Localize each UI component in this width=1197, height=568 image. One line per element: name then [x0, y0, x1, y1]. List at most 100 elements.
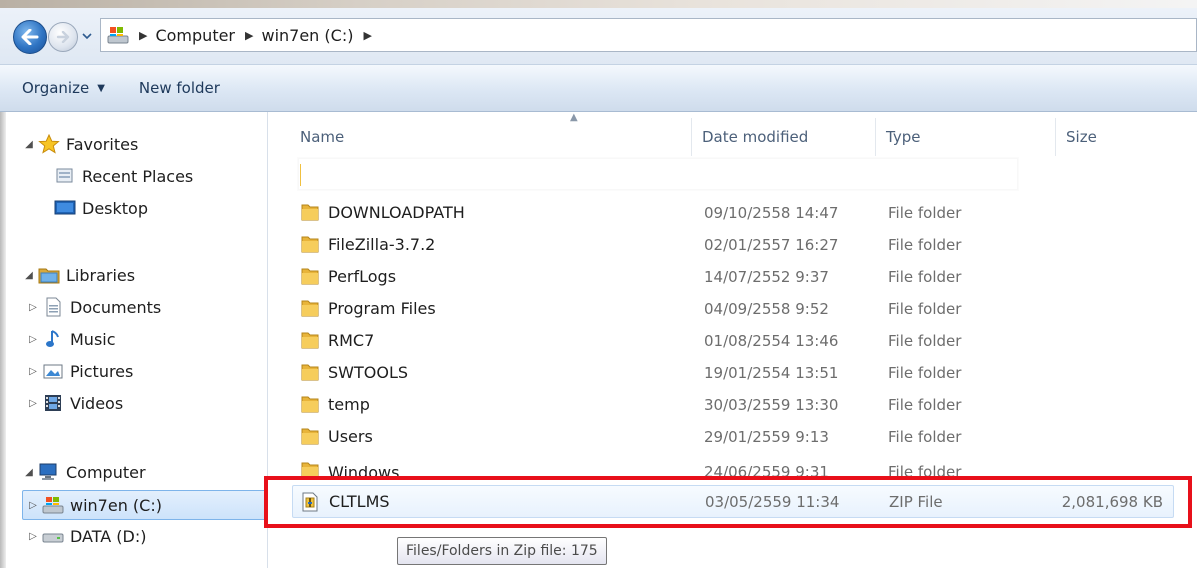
new-item-name-input[interactable]	[298, 158, 1018, 190]
table-row[interactable]: DOWNLOADPATH 09/10/2558 14:47 File folde…	[292, 196, 1172, 229]
collapsed-arrow-icon[interactable]: ▷	[26, 500, 40, 511]
file-name: DOWNLOADPATH	[328, 203, 465, 222]
music-note-icon	[42, 329, 64, 349]
breadcrumb-separator-icon[interactable]: ▶	[139, 29, 147, 42]
forward-button[interactable]	[48, 22, 78, 52]
column-header-name[interactable]: Name	[292, 118, 692, 156]
file-type: File folder	[888, 331, 962, 350]
collapsed-arrow-icon[interactable]: ▷	[26, 531, 40, 542]
folder-icon	[301, 236, 319, 253]
file-date: 14/07/2552 9:37	[704, 267, 829, 286]
nav-recent-places-label: Recent Places	[82, 166, 194, 186]
file-type: File folder	[888, 363, 962, 382]
nav-favorites[interactable]: ◢ Favorites	[22, 129, 138, 159]
nav-music-label: Music	[70, 329, 116, 349]
file-date: 02/01/2557 16:27	[704, 235, 839, 254]
file-name: SWTOOLS	[328, 363, 409, 382]
video-film-icon	[42, 393, 64, 413]
command-bar: Organize ▼ New folder	[0, 64, 1197, 112]
nav-computer-label: Computer	[66, 462, 146, 482]
nav-music[interactable]: ▷ Music	[26, 324, 116, 354]
table-row[interactable]: PerfLogs 14/07/2552 9:37 File folder	[292, 260, 1172, 293]
drive-c-icon	[42, 495, 64, 515]
file-date: 04/09/2558 9:52	[704, 299, 829, 318]
collapsed-arrow-icon[interactable]: ▷	[26, 398, 40, 409]
new-folder-label: New folder	[138, 79, 220, 97]
folder-icon	[301, 428, 319, 445]
breadcrumb-win7en[interactable]: win7en (C:)	[261, 26, 353, 45]
nav-computer[interactable]: ◢ Computer	[22, 457, 146, 487]
recent-pages-button[interactable]	[80, 26, 94, 46]
nav-favorites-label: Favorites	[66, 134, 139, 154]
drive-c-icon	[107, 27, 129, 44]
breadcrumb-separator-icon[interactable]: ▶	[363, 29, 371, 42]
file-date: 30/03/2559 13:30	[704, 395, 839, 414]
file-date: 19/01/2554 13:51	[704, 363, 839, 382]
table-row[interactable]: temp 30/03/2559 13:30 File folder	[292, 388, 1172, 421]
new-folder-button[interactable]: New folder	[131, 73, 228, 103]
expanded-arrow-icon[interactable]: ◢	[22, 270, 36, 281]
table-row[interactable]: RMC7 01/08/2554 13:46 File folder	[292, 324, 1172, 357]
table-row[interactable]: FileZilla-3.7.2 02/01/2557 16:27 File fo…	[292, 228, 1172, 261]
chevron-down-icon	[82, 33, 92, 40]
nav-videos[interactable]: ▷ Videos	[26, 388, 123, 418]
nav-pane-edge	[0, 112, 6, 568]
file-date: 09/10/2558 14:47	[704, 203, 839, 222]
file-name: FileZilla-3.7.2	[328, 235, 436, 254]
breadcrumb-computer[interactable]: Computer	[155, 26, 235, 45]
tooltip-text: Files/Folders in Zip file: 175	[406, 543, 598, 559]
column-header-type-label: Type	[886, 128, 921, 146]
document-icon	[42, 297, 64, 317]
back-button[interactable]	[13, 20, 47, 54]
address-input[interactable]: ▶ Computer ▶ win7en (C:) ▶	[100, 18, 1197, 52]
column-header-type[interactable]: Type	[878, 118, 1056, 156]
expanded-arrow-icon[interactable]: ◢	[22, 467, 36, 478]
nav-recent-places[interactable]: Recent Places	[52, 161, 193, 191]
nav-documents[interactable]: ▷ Documents	[26, 292, 161, 322]
nav-desktop[interactable]: Desktop	[52, 193, 148, 223]
tooltip: Files/Folders in Zip file: 175	[397, 537, 607, 565]
expanded-arrow-icon[interactable]: ◢	[22, 139, 36, 150]
highlight-box	[264, 476, 1192, 528]
column-header-date[interactable]: Date modified	[694, 118, 876, 156]
nav-pictures[interactable]: ▷ Pictures	[26, 356, 133, 386]
desktop-icon	[54, 198, 76, 218]
table-row[interactable]: Program Files 04/09/2558 9:52 File folde…	[292, 292, 1172, 325]
nav-pictures-label: Pictures	[70, 361, 134, 381]
breadcrumb-separator-icon[interactable]: ▶	[245, 29, 253, 42]
breadcrumb: ▶ Computer ▶ win7en (C:) ▶	[129, 19, 380, 51]
table-row[interactable]: SWTOOLS 19/01/2554 13:51 File folder	[292, 356, 1172, 389]
drive-d-icon	[42, 526, 64, 546]
file-name: RMC7	[328, 331, 375, 350]
file-type: File folder	[888, 267, 962, 286]
computer-icon	[38, 462, 60, 482]
collapsed-arrow-icon[interactable]: ▷	[26, 334, 40, 345]
file-name: PerfLogs	[328, 267, 397, 286]
nav-data-drive[interactable]: ▷ DATA (D:)	[26, 521, 147, 551]
collapsed-arrow-icon[interactable]: ▷	[26, 366, 40, 377]
forward-arrow-icon	[56, 31, 70, 43]
folder-icon	[301, 300, 319, 317]
collapsed-arrow-icon[interactable]: ▷	[26, 302, 40, 313]
nav-libraries-label: Libraries	[66, 265, 136, 285]
file-name: Program Files	[328, 299, 436, 318]
column-header-name-label: Name	[300, 128, 345, 146]
nav-win7en-label: win7en (C:)	[70, 495, 162, 515]
star-icon	[38, 134, 60, 154]
nav-libraries[interactable]: ◢ Libraries	[22, 260, 135, 290]
nav-data-label: DATA (D:)	[70, 526, 147, 546]
file-type: File folder	[888, 395, 962, 414]
column-header-date-label: Date modified	[702, 128, 809, 146]
text-caret	[300, 164, 301, 186]
file-type: File folder	[888, 235, 962, 254]
nav-desktop-label: Desktop	[82, 198, 148, 218]
nav-win7en-drive[interactable]: ▷ win7en (C:)	[22, 490, 268, 520]
organize-button[interactable]: Organize ▼	[14, 73, 113, 103]
file-type: File folder	[888, 299, 962, 318]
folder-icon	[301, 332, 319, 349]
folder-icon	[301, 396, 319, 413]
table-row[interactable]: Users 29/01/2559 9:13 File folder	[292, 420, 1172, 453]
column-header-size[interactable]: Size	[1058, 118, 1178, 156]
folder-icon	[301, 364, 319, 381]
file-type: File folder	[888, 203, 962, 222]
